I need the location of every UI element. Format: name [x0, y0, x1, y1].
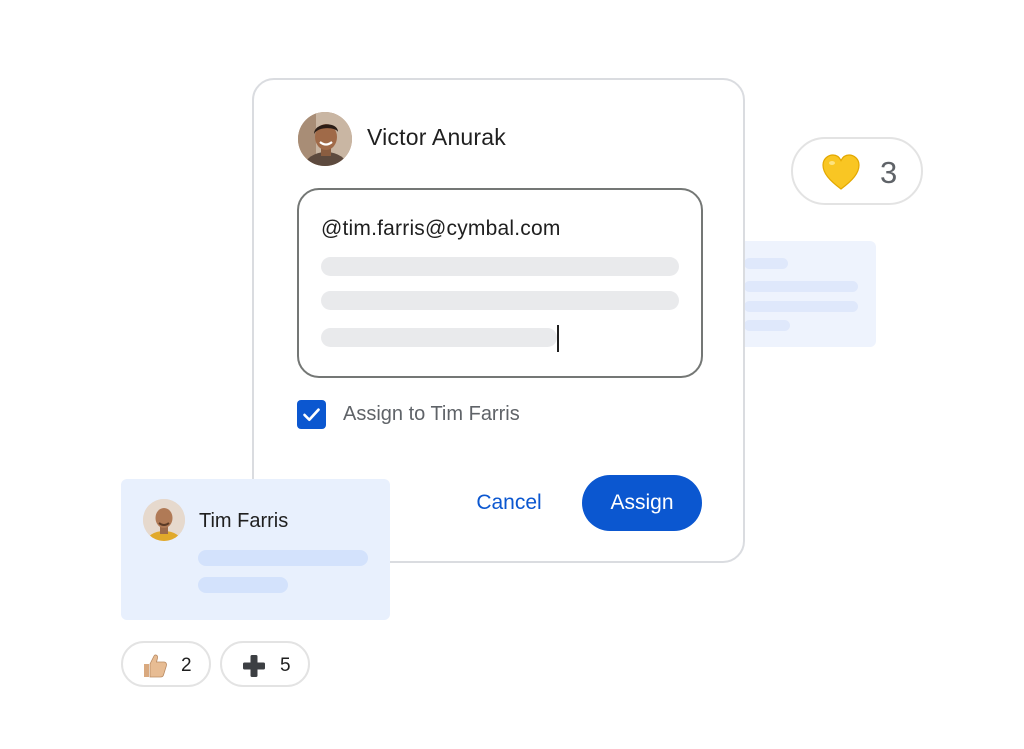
avatar: [298, 112, 352, 166]
heart-reaction-chip[interactable]: 3: [791, 137, 923, 205]
checkmark-icon: [303, 408, 320, 422]
placeholder-line: [321, 291, 679, 310]
placeholder-line: [321, 257, 679, 276]
placeholder-line: [744, 281, 858, 292]
assign-checkbox-label: Assign to Tim Farris: [343, 403, 520, 425]
placeholder-line: [744, 258, 788, 269]
plus-icon: [243, 655, 265, 677]
thumbs-up-reaction-chip[interactable]: 2: [121, 641, 211, 687]
thumbs-up-reaction-count: 2: [181, 655, 192, 676]
thumbs-up-icon: [144, 654, 167, 678]
assign-button[interactable]: Assign: [582, 475, 702, 531]
comment-author-name: Victor Anurak: [367, 124, 506, 150]
cancel-button[interactable]: Cancel: [464, 483, 554, 523]
yellow-heart-icon: [822, 154, 860, 190]
assignee-card: Tim Farris: [121, 479, 390, 620]
placeholder-line: [321, 328, 557, 347]
placeholder-line: [198, 550, 368, 566]
victor-avatar-image: [298, 112, 352, 166]
placeholder-line: [744, 320, 790, 331]
mention-text: @tim.farris@cymbal.com: [321, 217, 561, 240]
assign-option[interactable]: Assign to Tim Farris: [297, 400, 520, 429]
placeholder-line: [198, 577, 288, 593]
comment-input[interactable]: @tim.farris@cymbal.com: [297, 188, 703, 378]
background-comment-card: [726, 241, 876, 347]
placeholder-line: [744, 301, 858, 312]
plus-reaction-count: 5: [280, 655, 291, 676]
tim-avatar-image: [143, 499, 185, 541]
text-cursor: [557, 325, 559, 352]
heart-reaction-count: 3: [880, 155, 898, 190]
plus-reaction-chip[interactable]: 5: [220, 641, 310, 687]
avatar: [143, 499, 185, 541]
assignee-name: Tim Farris: [199, 510, 289, 532]
assign-checkbox[interactable]: [297, 400, 326, 429]
